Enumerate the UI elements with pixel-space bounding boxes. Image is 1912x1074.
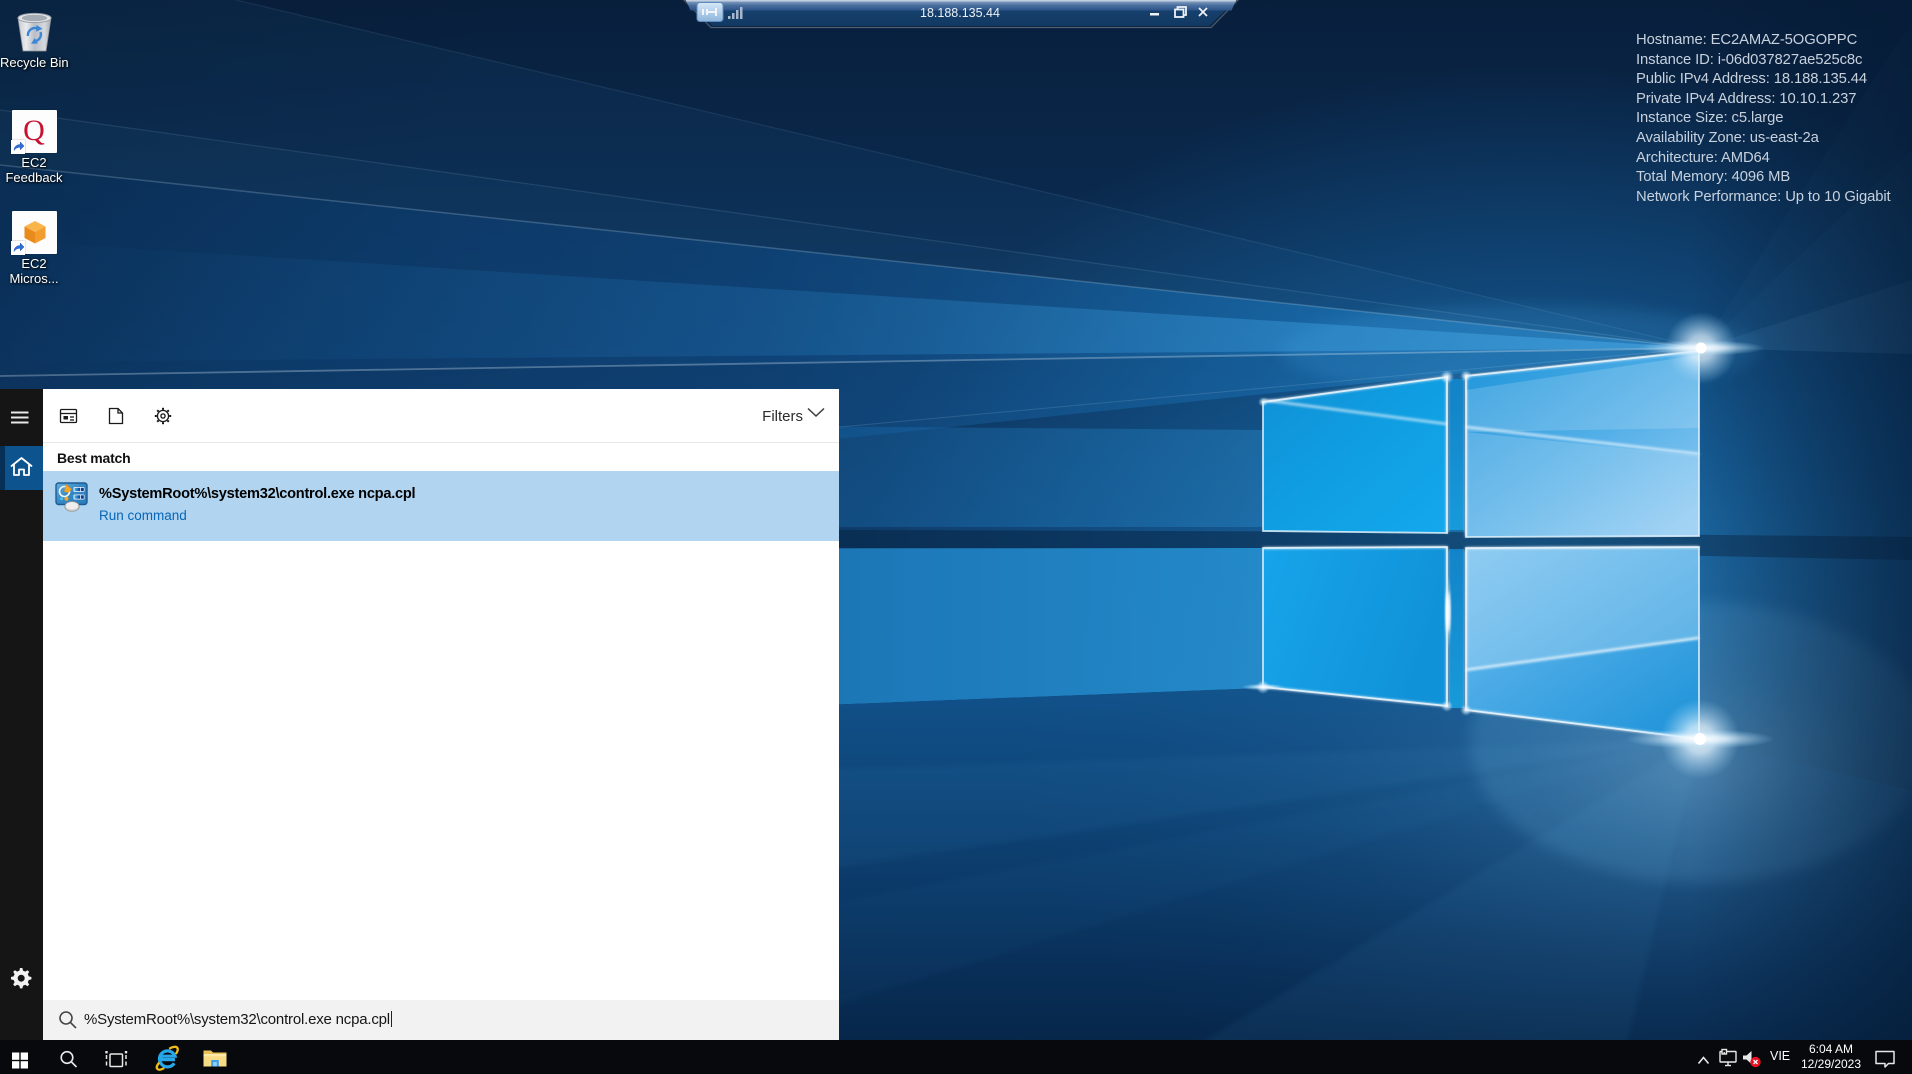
svg-text:18.188.135.44: 18.188.135.44	[920, 6, 1000, 20]
